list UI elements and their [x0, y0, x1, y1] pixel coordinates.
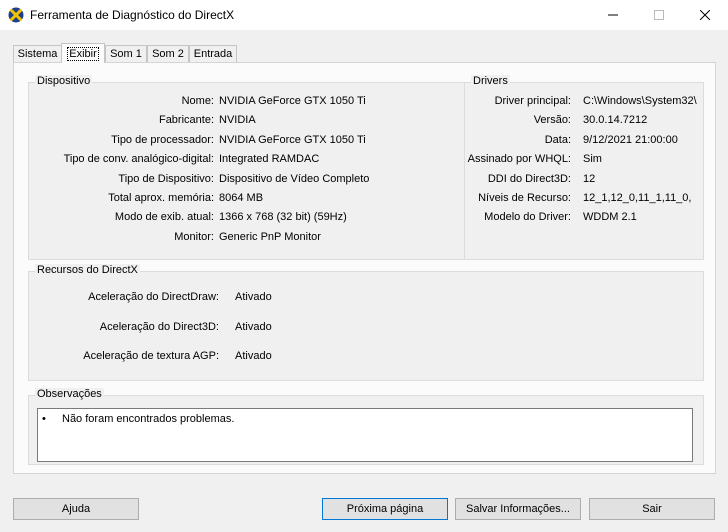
close-icon	[700, 10, 710, 20]
device-value: Dispositivo de Vídeo Completo	[219, 173, 370, 185]
exit-button-label: Sair	[642, 503, 662, 515]
driver-label: Modelo do Driver:	[484, 211, 571, 223]
feature-label: Aceleração do DirectDraw:	[88, 291, 219, 303]
notes-group: Observações • Não foram encontrados prob…	[28, 388, 704, 465]
title-bar: Ferramenta de Diagnóstico do DirectX	[0, 0, 728, 30]
window-title: Ferramenta de Diagnóstico do DirectX	[30, 8, 235, 22]
device-label: Modo de exib. atual:	[114, 211, 214, 223]
driver-label: Driver principal:	[494, 95, 571, 107]
driver-label: Versão:	[533, 114, 571, 126]
driver-label: DDI do Direct3D:	[487, 173, 571, 185]
tab-panel: Dispositivo Nome: NVIDIA GeForce GTX 105…	[13, 62, 716, 474]
save-info-button-label: Salvar Informações...	[466, 503, 570, 515]
maximize-button[interactable]	[636, 0, 682, 30]
directx-features-title: Recursos do DirectX	[35, 264, 140, 276]
driver-value: 9/12/2021 21:00:00	[583, 134, 678, 146]
exit-button[interactable]: Sair	[589, 498, 715, 520]
device-label: Nome:	[181, 95, 214, 107]
device-label: Tipo de conv. analógico-digital:	[63, 153, 214, 165]
close-button[interactable]	[682, 0, 728, 30]
feature-value: Ativado	[235, 350, 272, 362]
next-page-button[interactable]: Próxima página	[322, 498, 448, 520]
tab-label: Som 1	[110, 48, 142, 60]
driver-label: Data:	[544, 134, 571, 146]
feature-value: Ativado	[235, 291, 272, 303]
feature-label: Aceleração de textura AGP:	[83, 350, 219, 362]
device-group: Dispositivo Nome: NVIDIA GeForce GTX 105…	[28, 75, 468, 260]
device-label: Tipo de processador:	[111, 134, 214, 146]
directx-icon	[8, 7, 24, 23]
device-label: Tipo de Dispositivo:	[118, 173, 214, 185]
driver-value: 30.0.14.7212	[583, 114, 648, 126]
minimize-button[interactable]	[590, 0, 636, 30]
feature-label: Aceleração do Direct3D:	[99, 321, 219, 333]
tab-label: Sistema	[17, 48, 58, 60]
device-value: 8064 MB	[219, 192, 264, 204]
notes-group-title: Observações	[35, 388, 104, 400]
maximize-icon	[654, 10, 664, 20]
tab-sistema[interactable]: Sistema	[13, 45, 62, 62]
device-value: 1366 x 768 (32 bit) (59Hz)	[219, 211, 347, 223]
next-page-button-label: Próxima página	[346, 503, 424, 515]
driver-label: Assinado por WHQL:	[467, 153, 571, 165]
bullet-icon: •	[42, 413, 46, 425]
driver-value: 12	[583, 173, 596, 185]
drivers-group-title: Drivers	[471, 75, 510, 87]
device-group-title: Dispositivo	[35, 75, 93, 87]
device-value: NVIDIA GeForce GTX 1050 Ti	[219, 134, 366, 146]
directx-features-group: Recursos do DirectX Aceleração do Direct…	[28, 264, 704, 381]
save-info-button[interactable]: Salvar Informações...	[455, 498, 581, 520]
device-value: NVIDIA	[219, 114, 256, 126]
notes-box[interactable]: • Não foram encontrados problemas.	[37, 408, 693, 462]
device-label: Monitor:	[174, 231, 214, 243]
driver-value: C:\Windows\System32\	[583, 95, 697, 107]
help-button-label: Ajuda	[61, 503, 91, 515]
tab-som-2[interactable]: Som 2	[147, 45, 189, 62]
minimize-icon	[608, 14, 618, 16]
tab-exibir[interactable]: Exibir	[61, 43, 105, 63]
driver-label: Níveis de Recurso:	[478, 192, 571, 204]
driver-value: 12_1,12_0,11_1,11_0,	[583, 192, 692, 204]
device-value: Generic PnP Monitor	[219, 231, 321, 243]
driver-value: WDDM 2.1	[583, 211, 637, 223]
note-item: Não foram encontrados problemas.	[62, 413, 235, 425]
device-value: Integrated RAMDAC	[219, 153, 320, 165]
device-label: Fabricante:	[158, 114, 214, 126]
tab-entrada[interactable]: Entrada	[189, 45, 237, 62]
tab-label: Som 2	[152, 48, 184, 60]
tab-som-1[interactable]: Som 1	[105, 45, 147, 62]
device-label: Total aprox. memória:	[108, 192, 214, 204]
feature-value: Ativado	[235, 321, 272, 333]
tab-label: Exibir	[67, 46, 99, 61]
driver-value: Sim	[583, 153, 602, 165]
help-button[interactable]: Ajuda	[13, 498, 139, 520]
drivers-group: Drivers Driver principal: C:\Windows\Sys…	[464, 75, 704, 260]
device-value: NVIDIA GeForce GTX 1050 Ti	[219, 95, 366, 107]
tab-label: Entrada	[193, 48, 233, 60]
